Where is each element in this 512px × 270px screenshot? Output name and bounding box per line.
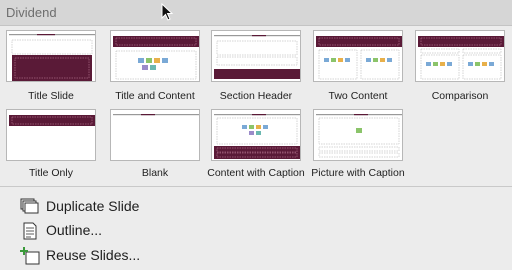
layout-thumbnail: [313, 109, 403, 161]
layout-thumbnail: [415, 30, 505, 82]
layout-label: Title Slide: [28, 90, 74, 102]
layout-thumbnail: [6, 109, 96, 161]
layout-label: Content with Caption: [207, 167, 305, 179]
layout-gallery: Title Slide Title and Content Section He…: [0, 26, 512, 186]
layout-thumbnail: [110, 109, 200, 161]
outline-icon: [23, 222, 37, 240]
gallery-header: Dividend: [0, 0, 512, 26]
menu-item-label: Duplicate Slide: [46, 198, 140, 214]
menu-item-label: Reuse Slides...: [46, 247, 141, 263]
layout-thumbnail: [211, 30, 301, 82]
reuse-slides-menu-item[interactable]: Reuse Slides...: [20, 246, 320, 266]
layout-label: Comparison: [431, 90, 489, 102]
layout-thumbnail: [6, 30, 96, 82]
layout-label: Section Header: [219, 90, 293, 102]
layout-label: Blank: [141, 167, 169, 179]
layout-label: Two Content: [328, 90, 388, 102]
layout-label: Title Only: [29, 167, 73, 179]
layout-label: Title and Content: [115, 90, 195, 102]
layout-thumbnail: [211, 109, 301, 161]
mouse-pointer-icon: [161, 3, 174, 21]
menu-divider: [0, 186, 512, 187]
layout-thumbnail: [110, 30, 200, 82]
menu-item-label: Outline...: [46, 222, 103, 238]
duplicate-slide-icon: [20, 198, 39, 214]
theme-name: Dividend: [6, 5, 57, 20]
duplicate-slide-menu-item[interactable]: Duplicate Slide: [20, 197, 320, 217]
reuse-slides-icon: [20, 247, 40, 265]
layout-thumbnail: [313, 30, 403, 82]
outline-menu-item[interactable]: Outline...: [20, 221, 320, 241]
layout-label: Picture with Caption: [311, 167, 405, 179]
